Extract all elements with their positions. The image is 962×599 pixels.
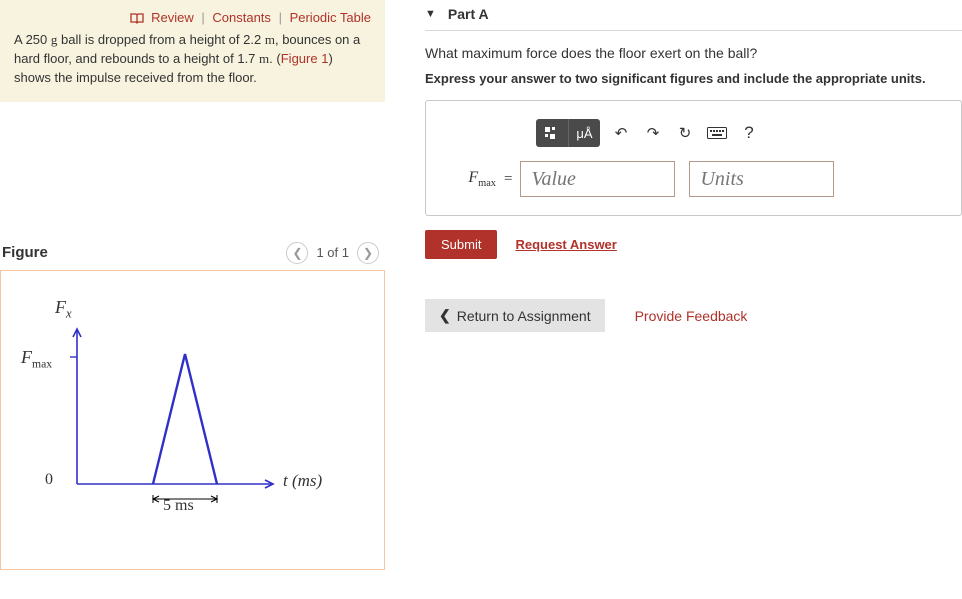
problem-statement-box: Review | Constants | Periodic Table A 25…	[0, 0, 385, 102]
link-separator: |	[201, 10, 204, 25]
problem-text-frag: . (	[269, 51, 281, 66]
figure-next-button[interactable]: ❯	[357, 242, 379, 264]
redo-icon[interactable]: ↷	[642, 122, 664, 144]
figure-nav: ❮ 1 of 1 ❯	[286, 242, 379, 264]
x-tick-label: 5 ms	[163, 497, 194, 515]
collapse-caret-icon: ▼	[425, 8, 436, 20]
template-icon	[544, 126, 560, 140]
value-input[interactable]	[520, 161, 675, 197]
constants-link[interactable]: Constants	[212, 10, 271, 25]
answer-input-row: Fmax =	[440, 161, 947, 197]
return-label: Return to Assignment	[457, 308, 591, 324]
link-separator: |	[279, 10, 282, 25]
request-answer-link[interactable]: Request Answer	[515, 237, 616, 252]
chevron-left-icon: ❮	[439, 307, 451, 324]
answer-box: μÅ ↶ ↷ ↻ ? Fmax =	[425, 100, 962, 216]
question-text: What maximum force does the floor exert …	[425, 45, 962, 61]
figure-header: Figure ❮ 1 of 1 ❯	[0, 242, 385, 270]
rebound-value: 1.7	[237, 51, 255, 66]
undo-icon[interactable]: ↶	[610, 122, 632, 144]
provide-feedback-link[interactable]: Provide Feedback	[635, 308, 748, 324]
height-unit: m	[265, 32, 275, 47]
height-value: 2.2	[243, 32, 261, 47]
reset-icon[interactable]: ↻	[674, 122, 696, 144]
figure-prev-button[interactable]: ❮	[286, 242, 308, 264]
mass-value: 250	[26, 32, 48, 47]
figure-nav-text: 1 of 1	[316, 245, 349, 260]
return-to-assignment-button[interactable]: ❮ Return to Assignment	[425, 299, 605, 332]
action-row: Submit Request Answer	[425, 230, 962, 259]
rebound-unit: m	[259, 51, 269, 66]
template-picker-button[interactable]	[536, 119, 568, 147]
figure-ref-link[interactable]: Figure 1	[281, 51, 329, 66]
problem-text: A 250 g ball is dropped from a height of…	[14, 31, 371, 88]
top-links: Review | Constants | Periodic Table	[14, 10, 371, 25]
equals-sign: =	[504, 171, 512, 188]
fmax-axis-label: Fmax	[21, 347, 52, 371]
book-icon	[130, 13, 144, 24]
keyboard-icon[interactable]	[706, 122, 728, 144]
bottom-row: ❮ Return to Assignment Provide Feedback	[425, 299, 962, 332]
figure-panel: Fx Fmax 0 t (ms) 5 ms	[0, 270, 385, 570]
help-icon[interactable]: ?	[738, 122, 760, 144]
origin-label: 0	[45, 471, 53, 489]
periodic-table-link[interactable]: Periodic Table	[290, 10, 371, 25]
answer-toolbar: μÅ ↶ ↷ ↻ ?	[536, 119, 947, 147]
x-axis-label: t (ms)	[283, 471, 322, 491]
part-header[interactable]: ▼ Part A	[425, 0, 962, 31]
problem-text-frag: ball is dropped from a height of	[57, 32, 243, 47]
special-chars-button[interactable]: μÅ	[568, 119, 600, 147]
submit-button[interactable]: Submit	[425, 230, 497, 259]
y-axis-label: Fx	[55, 297, 72, 322]
units-input[interactable]	[689, 161, 834, 197]
instruction-text: Express your answer to two significant f…	[425, 71, 962, 86]
part-title: Part A	[448, 6, 489, 22]
variable-label: Fmax	[440, 169, 496, 189]
figure-title: Figure	[2, 244, 48, 261]
review-link[interactable]: Review	[151, 10, 194, 25]
